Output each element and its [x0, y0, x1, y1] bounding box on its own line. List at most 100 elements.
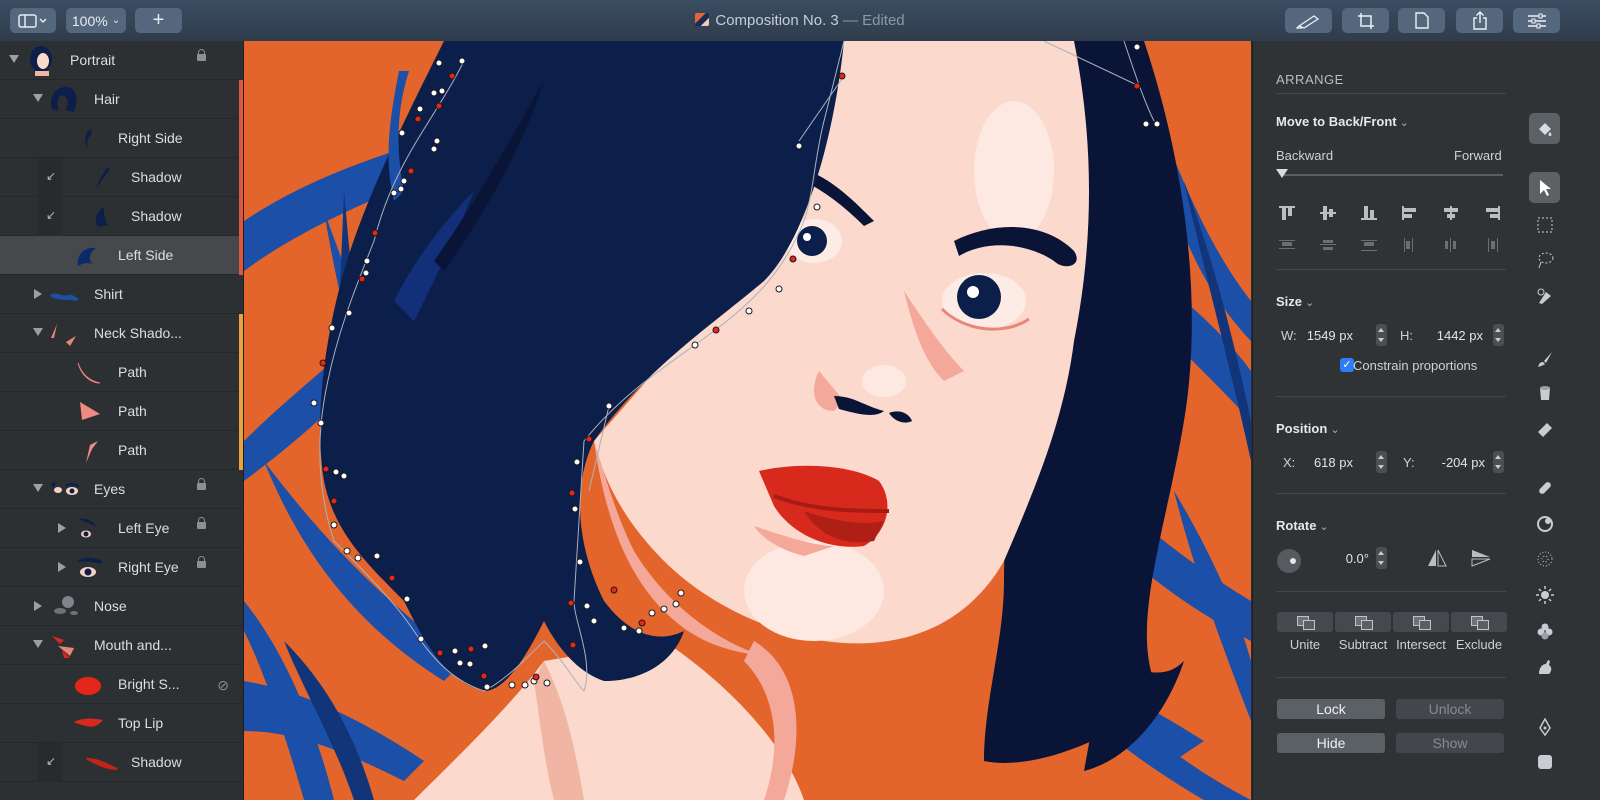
layer-row-portrait[interactable]: Portrait [0, 41, 243, 80]
layer-row-right-eye[interactable]: Right Eye [0, 548, 243, 587]
disclosure-triangle-icon[interactable] [9, 55, 19, 63]
rotate-header[interactable]: Rotate [1276, 518, 1329, 533]
layer-row-hair[interactable]: Hair [0, 80, 243, 119]
align-center-icon[interactable] [1443, 206, 1459, 220]
layer-row-mouth[interactable]: Mouth and... [0, 626, 243, 665]
pen-add-tool-button[interactable] [1529, 281, 1560, 312]
eraser-tool-button[interactable] [1529, 413, 1560, 444]
layer-row-left-side[interactable]: Left Side [0, 236, 243, 275]
fill-tool-button[interactable] [1529, 113, 1560, 144]
disclosure-triangle-icon[interactable] [33, 640, 43, 648]
rotate-stepper[interactable] [1376, 547, 1387, 569]
dodge-tool-button[interactable] [1529, 579, 1560, 610]
document-new-icon [1414, 12, 1429, 29]
align-left-icon[interactable] [1402, 206, 1418, 220]
lock-icon[interactable] [197, 478, 206, 490]
flip-vertical-icon[interactable] [1471, 549, 1491, 567]
layer-row-nose[interactable]: Nose [0, 587, 243, 626]
canvas[interactable] [244, 41, 1251, 800]
layer-row-shadow-3[interactable]: ↙ Shadow [0, 743, 243, 782]
disclosure-triangle-icon[interactable] [58, 523, 66, 533]
arrange-slider-track[interactable] [1283, 174, 1503, 176]
show-button[interactable]: Show [1396, 733, 1504, 753]
distribute-left-icon[interactable] [1402, 238, 1418, 252]
layer-name: Shadow [131, 754, 182, 770]
align-top-icon[interactable] [1279, 206, 1295, 220]
layer-row-neck-shadow[interactable]: Neck Shado... [0, 314, 243, 353]
layer-row-top-lip[interactable]: Top Lip [0, 704, 243, 743]
height-field[interactable]: 1442 px [1423, 328, 1483, 343]
y-field[interactable]: -204 px [1423, 455, 1485, 470]
disclosure-triangle-icon[interactable] [58, 562, 66, 572]
new-document-button[interactable] [1398, 8, 1445, 33]
align-middle-icon[interactable] [1320, 206, 1336, 220]
layer-row-path-2[interactable]: Path [0, 392, 243, 431]
disclosure-triangle-icon[interactable] [33, 328, 43, 336]
disclosure-triangle-icon[interactable] [33, 94, 43, 102]
distribute-middle-icon[interactable] [1320, 238, 1336, 252]
distribute-center-icon[interactable] [1443, 238, 1459, 252]
arrange-slider-knob[interactable] [1276, 169, 1288, 178]
layer-row-shadow-1[interactable]: ↙ Shadow [0, 158, 243, 197]
share-button[interactable] [1456, 8, 1503, 33]
distribute-top-icon[interactable] [1279, 238, 1295, 252]
exclude-button[interactable] [1451, 612, 1507, 632]
shape-tool-button[interactable] [1529, 746, 1560, 777]
size-header[interactable]: Size [1276, 294, 1314, 309]
unlock-button[interactable]: Unlock [1396, 699, 1504, 719]
layer-row-shirt[interactable]: Shirt [0, 275, 243, 314]
position-header[interactable]: Position [1276, 421, 1340, 436]
sidebar-toggle-button[interactable] [10, 8, 56, 33]
lock-icon[interactable] [197, 517, 206, 529]
add-button[interactable]: + [135, 8, 182, 33]
disclosure-triangle-icon[interactable] [34, 601, 42, 611]
marquee-tool-button[interactable] [1529, 209, 1560, 240]
lock-icon[interactable] [197, 556, 206, 568]
rotate-field[interactable]: 0.0° [1323, 551, 1369, 566]
layer-row-path-1[interactable]: Path [0, 353, 243, 392]
select-tool-button[interactable] [1529, 172, 1560, 203]
brush-tool-button[interactable] [1529, 343, 1560, 374]
layer-row-bright-spot[interactable]: Bright S... ⊘ [0, 665, 243, 704]
clone-tool-button[interactable] [1529, 615, 1560, 646]
layer-row-path-3[interactable]: Path [0, 431, 243, 470]
pen-tool-button[interactable] [1529, 711, 1560, 742]
inspector-toggle-button[interactable] [1513, 8, 1560, 33]
height-stepper[interactable] [1493, 324, 1504, 346]
paint-bucket-tool-button[interactable] [1529, 377, 1560, 408]
crop-button[interactable] [1342, 8, 1389, 33]
y-stepper[interactable] [1493, 451, 1504, 473]
x-field[interactable]: 618 px [1303, 455, 1353, 470]
hidden-eye-icon[interactable]: ⊘ [217, 677, 229, 694]
disclosure-triangle-icon[interactable] [33, 484, 43, 492]
subtract-button[interactable] [1335, 612, 1391, 632]
layer-row-eyes[interactable]: Eyes [0, 470, 243, 509]
hide-button[interactable]: Hide [1277, 733, 1385, 753]
align-right-icon[interactable] [1484, 206, 1500, 220]
constrain-proportions-checkbox[interactable]: ✓ [1340, 358, 1354, 372]
distribute-bottom-icon[interactable] [1361, 238, 1377, 252]
layer-row-right-side[interactable]: Right Side [0, 119, 243, 158]
heal-tool-button[interactable] [1529, 472, 1560, 503]
move-to-back-front-header[interactable]: Move to Back/Front [1276, 114, 1409, 129]
vector-edit-button[interactable] [1285, 8, 1332, 33]
layer-row-shadow-2[interactable]: ↙ Shadow [0, 197, 243, 236]
width-stepper[interactable] [1376, 324, 1387, 346]
disclosure-triangle-icon[interactable] [34, 289, 42, 299]
noise-tool-button[interactable] [1529, 543, 1560, 574]
zoom-select[interactable]: 100% ⌄ [66, 8, 126, 33]
x-stepper[interactable] [1376, 451, 1387, 473]
flip-horizontal-icon[interactable] [1427, 549, 1447, 567]
layer-row-left-eye[interactable]: Left Eye [0, 509, 243, 548]
lasso-tool-button[interactable] [1529, 244, 1560, 275]
smudge-tool-button[interactable] [1529, 651, 1560, 682]
width-field[interactable]: 1549 px [1303, 328, 1353, 343]
intersect-button[interactable] [1393, 612, 1449, 632]
lock-button[interactable]: Lock [1277, 699, 1385, 719]
blur-tool-button[interactable] [1529, 508, 1560, 539]
rotate-dial[interactable] [1277, 549, 1301, 573]
lock-icon[interactable] [197, 49, 206, 61]
align-bottom-icon[interactable] [1361, 206, 1377, 220]
unite-button[interactable] [1277, 612, 1333, 632]
distribute-right-icon[interactable] [1484, 238, 1500, 252]
